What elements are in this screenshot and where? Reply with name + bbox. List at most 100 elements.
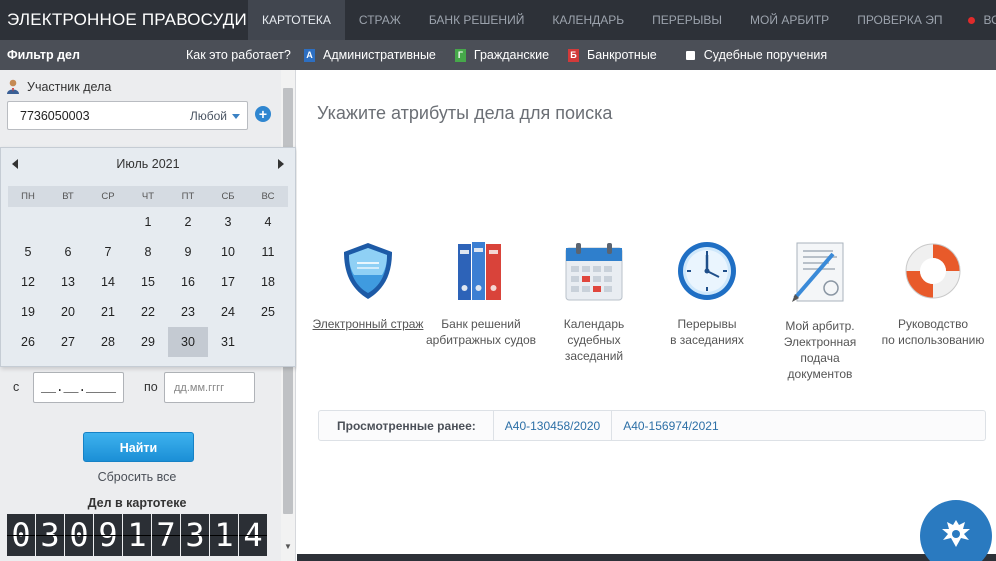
calendar-week-row: 1234 bbox=[8, 207, 288, 237]
nav-item-bank-resheniy[interactable]: БАНК РЕШЕНИЙ bbox=[415, 0, 539, 40]
participant-heading: Участник дела bbox=[6, 79, 111, 94]
calendar-day[interactable]: 6 bbox=[48, 237, 88, 267]
binders-icon bbox=[424, 240, 538, 306]
nav-item-moy-arbitr[interactable]: МОЙ АРБИТР bbox=[736, 0, 843, 40]
calendar-day[interactable]: 21 bbox=[88, 297, 128, 327]
court-orders-checkbox[interactable]: Судебные поручения bbox=[676, 48, 827, 62]
date-from-input[interactable]: __.__.____ bbox=[33, 372, 124, 403]
participant-label: Участник дела bbox=[27, 79, 112, 94]
counter-digit: 0 bbox=[7, 514, 35, 556]
tile-my-arbiter[interactable]: Мой арбитр. Электронная подача документо… bbox=[763, 240, 877, 382]
nav-item-kartoteka[interactable]: КАРТОТЕКА bbox=[248, 0, 345, 40]
calendar-day[interactable]: 17 bbox=[208, 267, 248, 297]
weekday-label: ПН bbox=[21, 191, 35, 202]
tile-decisions-bank[interactable]: Банк решений арбитражных судов bbox=[424, 240, 538, 348]
calendar-day[interactable]: 16 bbox=[168, 267, 208, 297]
tile-label: документов bbox=[787, 367, 853, 381]
chevron-down-icon bbox=[232, 113, 240, 119]
reset-all-link[interactable]: Сбросить все bbox=[0, 470, 274, 484]
calendar-day[interactable]: 5 bbox=[8, 237, 48, 267]
counter-digit: 0 bbox=[65, 514, 93, 556]
calendar-day[interactable]: 13 bbox=[48, 267, 88, 297]
calendar-day[interactable]: 15 bbox=[128, 267, 168, 297]
login-label: ВОЙТИ bbox=[983, 13, 996, 27]
calendar-day[interactable]: 12 bbox=[8, 267, 48, 297]
calendar-day[interactable]: 14 bbox=[88, 267, 128, 297]
tile-label: Перерывы bbox=[677, 317, 737, 331]
nav-item-pereryvy[interactable]: ПЕРЕРЫВЫ bbox=[638, 0, 736, 40]
nav-item-kalendar[interactable]: КАЛЕНДАРЬ bbox=[538, 0, 638, 40]
date-to-input[interactable]: дд.мм.гггг bbox=[164, 372, 255, 403]
calendar-day[interactable]: 3 bbox=[208, 207, 248, 237]
date-to-label: по bbox=[144, 380, 158, 394]
calendar-day[interactable]: 24 bbox=[208, 297, 248, 327]
calendar-day[interactable]: 28 bbox=[88, 327, 128, 357]
participant-input[interactable]: 7736050003 Любой bbox=[7, 101, 248, 130]
tile-breaks[interactable]: Перерывы в заседаниях bbox=[650, 240, 764, 348]
tile-label: Электронная bbox=[783, 335, 857, 349]
calendar-day[interactable]: 18 bbox=[248, 267, 288, 297]
site-brand[interactable]: ЭЛЕКТРОННОЕ ПРАВОСУДИЕ bbox=[0, 10, 258, 30]
lifebuoy-icon bbox=[876, 240, 990, 306]
calendar-day[interactable]: 10 bbox=[208, 237, 248, 267]
calendar-empty-cell bbox=[88, 207, 128, 237]
filter-type-administrative[interactable]: А Административные bbox=[304, 48, 436, 62]
calendar-day[interactable]: 26 bbox=[8, 327, 48, 357]
filter-type-label: Банкротные bbox=[587, 48, 657, 62]
calendar-day[interactable]: 9 bbox=[168, 237, 208, 267]
counter-digit: 1 bbox=[123, 514, 151, 556]
participant-role-select[interactable]: Любой bbox=[190, 109, 240, 123]
tile-label: Банк решений bbox=[441, 317, 521, 331]
page-title: Укажите атрибуты дела для поиска bbox=[317, 103, 613, 123]
tile-label: по использованию bbox=[881, 333, 985, 347]
calendar-day[interactable]: 2 bbox=[168, 207, 208, 237]
calendar-day[interactable]: 23 bbox=[168, 297, 208, 327]
calendar-day[interactable]: 25 bbox=[248, 297, 288, 327]
main-content: Укажите атрибуты дела для поиска Электро… bbox=[297, 70, 996, 561]
calendar-day[interactable]: 8 bbox=[128, 237, 168, 267]
tile-court-calendar[interactable]: Календарь судебных заседаний bbox=[537, 240, 651, 364]
filter-type-civil[interactable]: Г Гражданские bbox=[454, 48, 549, 62]
filter-type-bankruptcy[interactable]: Б Банкротные bbox=[568, 48, 657, 62]
calendar-day[interactable]: 1 bbox=[128, 207, 168, 237]
weekday-label: ПТ bbox=[181, 191, 195, 202]
calendar-day[interactable]: 20 bbox=[48, 297, 88, 327]
bankruptcy-icon: Б bbox=[568, 48, 580, 62]
tile-electronic-guard[interactable]: Электронный страж bbox=[311, 240, 425, 332]
calendar-day[interactable]: 29 bbox=[128, 327, 168, 357]
calendar-day[interactable]: 30 bbox=[168, 327, 208, 357]
date-from-label: с bbox=[13, 380, 20, 394]
nav-item-strazh[interactable]: СТРАЖ bbox=[345, 0, 415, 40]
administrative-icon: А bbox=[304, 48, 315, 62]
counter-digit: 9 bbox=[94, 514, 122, 556]
calendar-day[interactable]: 22 bbox=[128, 297, 168, 327]
how-it-works-link[interactable]: Как это работает? bbox=[186, 48, 304, 62]
calendar-day[interactable]: 27 bbox=[48, 327, 88, 357]
add-participant-button[interactable]: + bbox=[255, 106, 271, 122]
cases-count-label: Дел в картотеке bbox=[87, 496, 187, 510]
next-month-icon[interactable] bbox=[278, 159, 284, 169]
checkbox-icon bbox=[685, 50, 695, 60]
participant-role-value: Любой bbox=[189, 109, 227, 123]
counter-digit: 7 bbox=[152, 514, 180, 556]
login-link[interactable]: ВОЙТИ bbox=[956, 13, 996, 27]
calendar-day[interactable]: 7 bbox=[88, 237, 128, 267]
calendar-day[interactable]: 19 bbox=[8, 297, 48, 327]
main-nav: КАРТОТЕКА СТРАЖ БАНК РЕШЕНИЙ КАЛЕНДАРЬ П… bbox=[248, 0, 956, 40]
counter-digit: 3 bbox=[36, 514, 64, 556]
nav-item-proverka-ep[interactable]: ПРОВЕРКА ЭП bbox=[843, 0, 956, 40]
calendar-day[interactable]: 11 bbox=[248, 237, 288, 267]
bottom-strip bbox=[297, 554, 996, 561]
date-picker-calendar: Июль 2021 ПН ВТ СР ЧТ ПТ СБ ВС 123456789… bbox=[0, 147, 296, 367]
tile-user-guide[interactable]: Руководство по использованию bbox=[876, 240, 990, 348]
calendar-day[interactable]: 4 bbox=[248, 207, 288, 237]
find-button[interactable]: Найти bbox=[83, 432, 194, 462]
calendar-empty-cell bbox=[248, 327, 288, 357]
counter-digit: 4 bbox=[239, 514, 267, 556]
viewed-case-link[interactable]: А40-130458/2020 bbox=[494, 411, 613, 440]
calendar-day[interactable]: 31 bbox=[208, 327, 248, 357]
viewed-case-link[interactable]: А40-156974/2021 bbox=[612, 411, 729, 440]
previous-month-icon[interactable] bbox=[12, 159, 18, 169]
tile-label: Руководство bbox=[897, 317, 969, 331]
scroll-down-icon[interactable]: ▼ bbox=[284, 542, 292, 551]
